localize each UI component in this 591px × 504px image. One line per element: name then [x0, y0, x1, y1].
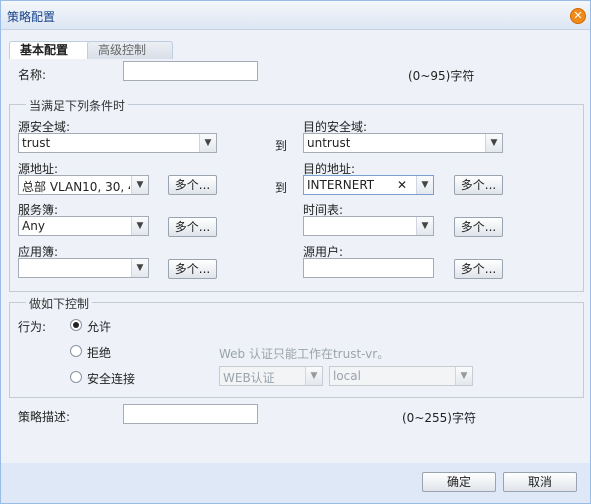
permit-radio[interactable] [70, 319, 82, 331]
chevron-down-icon[interactable]: ▼ [485, 134, 502, 152]
ok-button[interactable]: 确定 [422, 472, 496, 492]
name-hint: (0~95)字符 [408, 69, 475, 83]
tab-basic-config[interactable]: 基本配置 [9, 41, 91, 60]
chevron-down-icon: ▼ [305, 367, 322, 385]
description-hint: (0~255)字符 [402, 411, 476, 425]
actions-legend: 做如下控制 [26, 295, 93, 312]
app-more-button[interactable]: 多个... [168, 259, 217, 279]
app-select[interactable]: ▼ [18, 258, 149, 278]
description-input[interactable] [123, 404, 258, 424]
description-label: 策略描述: [18, 410, 71, 424]
name-input[interactable] [123, 61, 258, 81]
dialog-title: 策略配置 [7, 10, 56, 24]
auth-type-select: WEB认证 ▼ [219, 366, 323, 386]
clear-icon[interactable]: ✕ [397, 178, 407, 192]
schedule-select[interactable]: ▼ [303, 216, 434, 236]
chevron-down-icon: ▼ [455, 367, 472, 385]
web-auth-note: Web 认证只能工作在trust-vr。 [219, 347, 390, 361]
auth-server-value: local [333, 369, 361, 383]
chevron-down-icon[interactable]: ▼ [131, 259, 148, 277]
name-label: 名称: [18, 68, 47, 82]
auth-type-value: WEB认证 [223, 371, 275, 385]
tab-panel: 名称: (0~95)字符 当满足下列条件时 源安全域: trust ▼ 到 目的… [7, 59, 585, 463]
close-icon[interactable]: ✕ [570, 8, 586, 24]
dialog-footer: 确定 取消 [1, 463, 590, 503]
deny-radio[interactable] [70, 345, 82, 357]
chevron-down-icon[interactable]: ▼ [416, 217, 433, 235]
permit-label[interactable]: 允许 [87, 318, 111, 335]
secure-connection-label[interactable]: 安全连接 [87, 370, 135, 387]
action-label: 行为: [18, 320, 47, 334]
src-addr-select[interactable]: 总部 VLAN10, 30, 40 ▼ [18, 175, 149, 195]
chevron-down-icon[interactable]: ▼ [199, 134, 216, 152]
schedule-more-button[interactable]: 多个... [454, 217, 503, 237]
chevron-down-icon[interactable]: ▼ [131, 217, 148, 235]
secure-connection-radio[interactable] [70, 371, 82, 383]
src-zone-value: trust [22, 136, 51, 150]
src-addr-more-button[interactable]: 多个... [168, 175, 217, 195]
src-addr-value: 总部 VLAN10, 30, 40 [22, 180, 130, 194]
dst-zone-value: untrust [307, 136, 351, 150]
chevron-down-icon[interactable]: ▼ [131, 176, 148, 194]
service-value: Any [22, 219, 45, 233]
service-select[interactable]: Any ▼ [18, 216, 149, 236]
src-zone-select[interactable]: trust ▼ [18, 133, 217, 153]
to-label-1: 到 [275, 139, 288, 153]
auth-server-select: local ▼ [329, 366, 473, 386]
tab-advanced-control[interactable]: 高级控制 [87, 41, 173, 59]
service-more-button[interactable]: 多个... [168, 217, 217, 237]
src-user-input[interactable] [303, 258, 434, 278]
deny-label[interactable]: 拒绝 [87, 344, 111, 361]
cancel-button[interactable]: 取消 [503, 472, 577, 492]
src-user-more-button[interactable]: 多个... [454, 259, 503, 279]
dst-addr-value: INTERNERT [307, 178, 375, 192]
dst-addr-more-button[interactable]: 多个... [454, 175, 503, 195]
dst-zone-select[interactable]: untrust ▼ [303, 133, 503, 153]
dialog-titlebar[interactable]: 策略配置 ✕ [1, 1, 590, 30]
to-label-2: 到 [275, 181, 288, 195]
dst-addr-select[interactable]: INTERNERT ✕ ▼ [303, 175, 434, 195]
chevron-down-icon[interactable]: ▼ [416, 176, 433, 194]
policy-config-dialog: 策略配置 ✕ 基本配置 高级控制 名称: (0~95)字符 当满足下列条件时 源… [0, 0, 591, 504]
conditions-legend: 当满足下列条件时 [26, 97, 129, 114]
